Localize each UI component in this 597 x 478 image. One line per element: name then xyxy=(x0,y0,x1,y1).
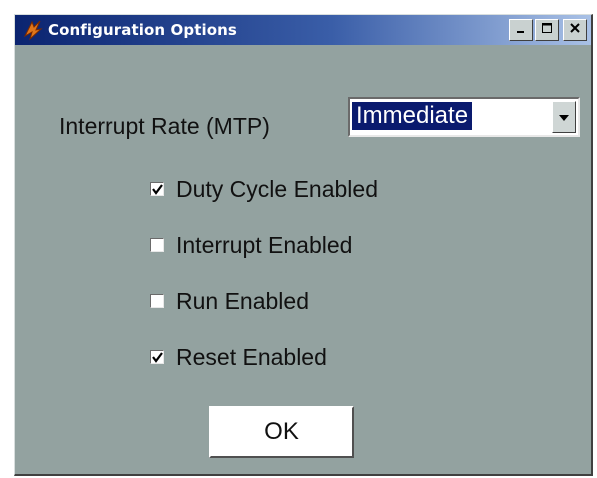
configuration-dialog: Configuration Options Interrupt Rate (MT… xyxy=(14,14,593,476)
checkbox-box[interactable] xyxy=(150,182,164,196)
interrupt-rate-selected-value: Immediate xyxy=(352,102,473,130)
checkbox-box[interactable] xyxy=(150,238,164,252)
checkbox-duty-cycle[interactable]: Duty Cycle Enabled xyxy=(150,175,378,203)
title-bar[interactable]: Configuration Options xyxy=(15,15,591,45)
checkbox-label: Reset Enabled xyxy=(176,343,327,370)
minimize-button[interactable] xyxy=(509,19,533,41)
close-button[interactable] xyxy=(563,19,587,41)
checkbox-reset[interactable]: Reset Enabled xyxy=(150,343,327,371)
interrupt-rate-dropdown[interactable]: Immediate xyxy=(348,97,580,137)
checkmark-icon xyxy=(151,351,163,363)
checkbox-label: Interrupt Enabled xyxy=(176,231,353,258)
window-title: Configuration Options xyxy=(48,21,237,39)
checkbox-label: Run Enabled xyxy=(176,287,309,314)
close-icon xyxy=(569,21,581,39)
maximize-icon xyxy=(541,21,553,39)
checkmark-icon xyxy=(151,183,163,195)
minimize-icon xyxy=(515,21,527,39)
checkbox-interrupt[interactable]: Interrupt Enabled xyxy=(150,231,352,259)
dropdown-arrow-button[interactable] xyxy=(552,101,576,133)
checkbox-box[interactable] xyxy=(150,350,164,364)
checkbox-box[interactable] xyxy=(150,294,164,308)
ok-button[interactable]: OK xyxy=(209,406,354,458)
app-logo-icon xyxy=(20,17,46,43)
interrupt-rate-label: Interrupt Rate (MTP) xyxy=(59,113,270,139)
checkbox-run[interactable]: Run Enabled xyxy=(150,287,309,315)
chevron-down-icon xyxy=(559,108,569,126)
maximize-button[interactable] xyxy=(535,19,559,41)
checkbox-label: Duty Cycle Enabled xyxy=(176,175,378,202)
window-controls xyxy=(509,19,587,41)
